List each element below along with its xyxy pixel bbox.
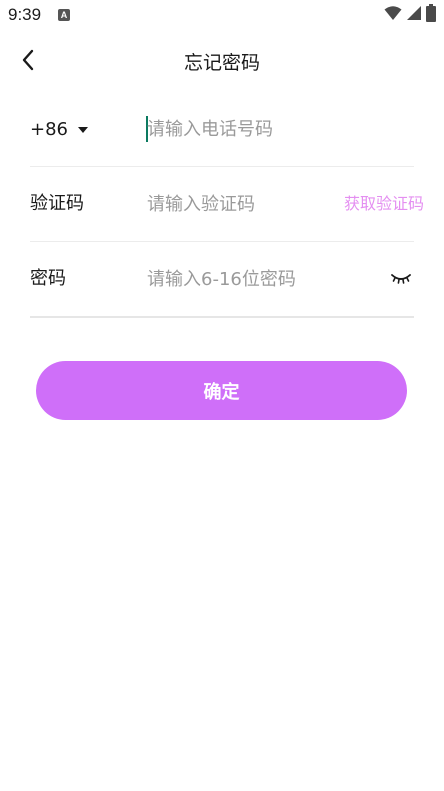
phone-row: +86 — [30, 92, 414, 167]
password-label: 密码 — [30, 268, 66, 289]
status-icons — [384, 4, 436, 26]
header: 忘记密码 — [0, 38, 444, 84]
confirm-button[interactable]: 确定 — [36, 361, 407, 420]
phone-input[interactable] — [147, 92, 337, 166]
status-bar: 9:39 A — [0, 0, 444, 32]
signal-icon — [406, 5, 422, 25]
password-input[interactable] — [147, 242, 377, 316]
verification-code-row: 验证码 获取验证码 — [30, 167, 424, 242]
wifi-icon — [384, 5, 402, 25]
page-title: 忘记密码 — [183, 52, 260, 74]
password-visibility-toggle[interactable] — [390, 269, 412, 289]
get-code-button[interactable]: 获取验证码 — [344, 167, 424, 241]
a-icon: A — [58, 9, 70, 21]
reset-password-form: +86 验证码 获取验证码 密码 — [30, 92, 424, 318]
eye-closed-icon — [391, 270, 411, 289]
caret-down-icon — [78, 126, 88, 133]
verification-code-input[interactable] — [147, 167, 337, 241]
verification-code-label: 验证码 — [30, 193, 84, 214]
password-row: 密码 — [30, 242, 414, 318]
country-code-selector[interactable]: +86 — [30, 92, 88, 166]
battery-icon — [426, 4, 436, 26]
country-code-value: +86 — [30, 118, 68, 140]
status-time: 9:39 — [8, 5, 42, 24]
